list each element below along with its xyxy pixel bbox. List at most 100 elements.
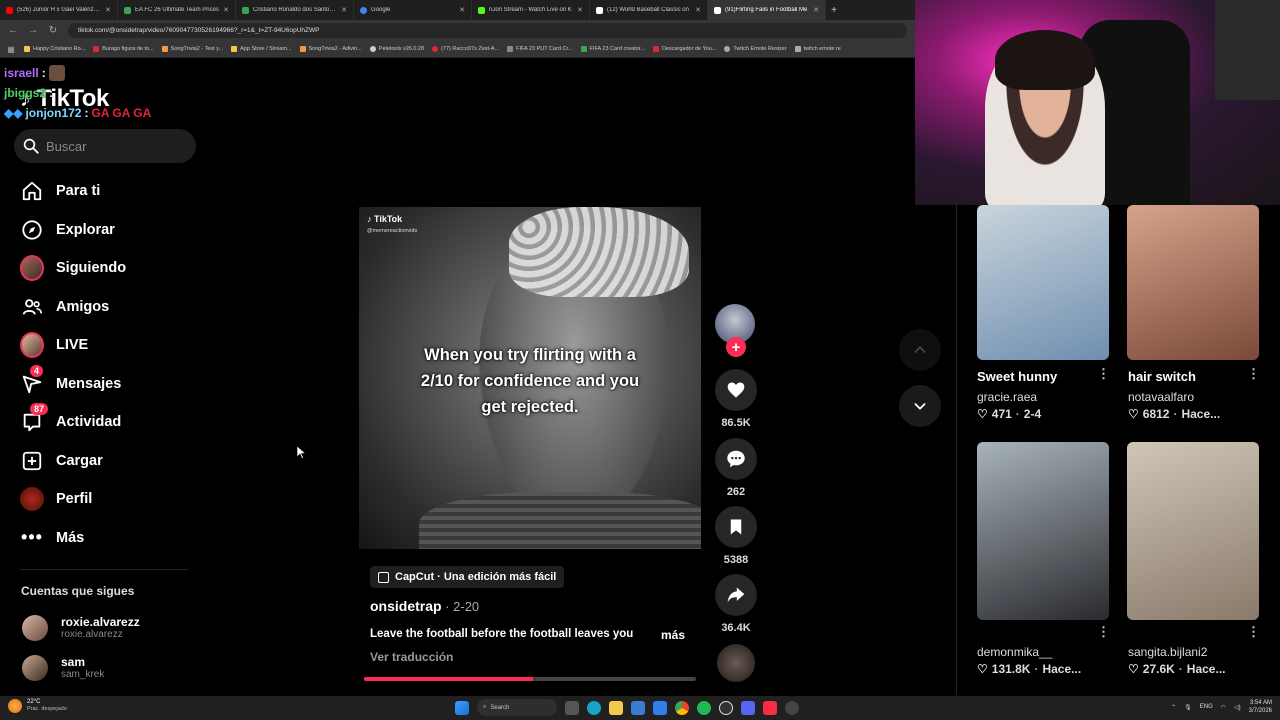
volume-icon[interactable]: ◁) xyxy=(1234,704,1241,711)
spotify-icon[interactable] xyxy=(697,700,711,715)
share-button[interactable] xyxy=(715,574,757,616)
weather-widget[interactable]: 22°C Prac. despejado xyxy=(8,699,67,713)
browser-tab[interactable]: Cristiano Ronaldo dos Santos A ✕ xyxy=(236,0,354,20)
capcut-link[interactable]: CapCut · Una edición más fácil xyxy=(370,566,565,588)
edge-icon[interactable] xyxy=(587,700,601,715)
nav-item-mensajes[interactable]: 4 Mensajes xyxy=(20,364,200,404)
mail-icon[interactable] xyxy=(653,700,667,715)
comment-icon xyxy=(727,450,745,468)
bookmark[interactable]: Twitch Emote Resizer xyxy=(724,46,787,52)
obs-icon[interactable] xyxy=(719,700,733,715)
feed-card-thumbnail[interactable] xyxy=(1127,205,1259,360)
wifi-icon[interactable]: ◠ xyxy=(1221,704,1226,711)
bookmark[interactable]: FIFA 23 PUT Card Cr... xyxy=(507,46,573,52)
feed-card-user[interactable]: sangita.bijlani2 xyxy=(1128,645,1207,659)
store-icon[interactable] xyxy=(631,700,645,715)
bookmark[interactable]: SongTrivia2 - Adivin... xyxy=(299,46,362,52)
feed-card-thumbnail[interactable] xyxy=(977,205,1109,360)
nav-item-cargar[interactable]: Cargar xyxy=(20,442,200,481)
follow-button[interactable]: + xyxy=(726,337,746,357)
webcam-overlay xyxy=(915,0,1280,205)
browser-tab[interactable]: Google ✕ xyxy=(354,0,472,20)
feed-card-title[interactable]: hair switch xyxy=(1128,369,1196,384)
windows-start-icon[interactable] xyxy=(455,700,469,715)
like-button[interactable] xyxy=(715,369,757,411)
following-account[interactable]: roxie.alvarezz roxie.alvarezz xyxy=(22,615,140,641)
browser-tab[interactable]: (12) World Baseball Classic on ✕ xyxy=(590,0,708,20)
next-video-button[interactable] xyxy=(899,385,941,427)
bookmark[interactable]: Burago figura de to... xyxy=(93,46,154,52)
mic-icon[interactable]: 🎙︎ xyxy=(1184,704,1192,711)
card-more-icon[interactable]: ⋮ xyxy=(1097,624,1110,640)
close-tab-icon[interactable]: ✕ xyxy=(105,6,111,14)
card-more-icon[interactable]: ⋮ xyxy=(1247,366,1260,382)
following-account[interactable]: sam sam_krek xyxy=(22,655,104,681)
nav-item-para-ti[interactable]: Para ti xyxy=(20,172,200,211)
music-icon[interactable] xyxy=(763,700,777,715)
nav-item-actividad[interactable]: 87 Actividad xyxy=(20,403,200,442)
discord-icon[interactable] xyxy=(741,700,755,715)
taskbar-search[interactable]: ⌕ Search xyxy=(477,699,557,716)
reload-icon[interactable]: ↻ xyxy=(48,25,58,36)
close-tab-icon[interactable]: ✕ xyxy=(577,6,583,14)
previous-video-button[interactable] xyxy=(899,329,941,371)
chat-emote xyxy=(48,65,65,81)
activity-badge: 87 xyxy=(30,403,49,416)
close-tab-icon[interactable]: ✕ xyxy=(695,6,701,14)
tray-chevron-icon[interactable]: ⌃ xyxy=(1171,704,1176,711)
nav-item-live[interactable]: LIVE xyxy=(20,326,200,365)
sidebar-nav: Para ti Explorar Siguiendo Amigos LIVE 4… xyxy=(20,172,200,557)
feed-card-thumbnail[interactable] xyxy=(977,442,1109,620)
bookmark[interactable]: Happy Cristiano Ro... xyxy=(24,46,85,52)
card-more-icon[interactable]: ⋮ xyxy=(1097,366,1110,382)
feed-card-user[interactable]: gracie.raea xyxy=(977,390,1037,404)
close-tab-icon[interactable]: ✕ xyxy=(813,6,819,14)
chrome-icon[interactable] xyxy=(675,700,689,715)
bookmark[interactable]: twitch emote re xyxy=(794,46,841,52)
comment-button[interactable] xyxy=(715,438,757,480)
nav-item-explorar[interactable]: Explorar xyxy=(20,211,200,250)
new-tab-button[interactable]: + xyxy=(826,5,842,16)
card-more-icon[interactable]: ⋮ xyxy=(1247,624,1260,640)
back-icon[interactable]: ← xyxy=(8,25,18,36)
bookmark[interactable]: Peletools v26.0.28 xyxy=(369,46,424,52)
video-author[interactable]: onsidetrap · 2-20 xyxy=(370,598,479,614)
clock[interactable]: 3:54 AM 3/7/2026 xyxy=(1249,699,1272,715)
app-icon[interactable] xyxy=(785,700,799,715)
more-link[interactable]: más xyxy=(661,628,685,642)
save-button[interactable] xyxy=(715,506,757,548)
close-tab-icon[interactable]: ✕ xyxy=(341,6,347,14)
browser-tab[interactable]: EA FC 26 Ultimate Team Prices ✕ xyxy=(118,0,236,20)
apps-icon[interactable]: ▦ xyxy=(6,45,16,54)
nav-item-perfil[interactable]: Perfil xyxy=(20,480,200,519)
video-progress-fill xyxy=(364,677,534,681)
feed-card-thumbnail[interactable] xyxy=(1127,442,1259,620)
bookmark[interactable]: FIFA 23 Card creator... xyxy=(580,46,645,52)
feed-card-user[interactable]: notavaalfaro xyxy=(1128,390,1194,404)
browser-tab-active[interactable]: (91)Flirting Fails in Football Me ✕ xyxy=(708,0,826,20)
browser-tab[interactable]: (526) Junior H x Gael Valenzuela ✕ xyxy=(0,0,118,20)
language-indicator[interactable]: ENG xyxy=(1200,704,1213,710)
forward-icon[interactable]: → xyxy=(28,25,38,36)
file-explorer-icon[interactable] xyxy=(609,700,623,715)
nav-item-siguiendo[interactable]: Siguiendo xyxy=(20,249,200,288)
browser-tab[interactable]: nJon Stream - Watch Live on K ✕ xyxy=(472,0,590,20)
search-input[interactable]: Buscar xyxy=(14,129,196,163)
bookmark[interactable]: (77) Racco97s Zest-A... xyxy=(432,46,499,52)
video-player[interactable]: ♪ TikTok @memereactionvids When you try … xyxy=(359,207,701,549)
bookmark[interactable]: SongTrivia2 - Test y... xyxy=(161,46,223,52)
url-field[interactable]: tiktok.com/@onsidetrap/video/76090477305… xyxy=(68,23,907,38)
task-view-icon[interactable] xyxy=(565,700,579,715)
close-tab-icon[interactable]: ✕ xyxy=(459,6,465,14)
next-video-avatar[interactable] xyxy=(717,644,755,682)
friends-icon xyxy=(20,295,44,319)
feed-card-user[interactable]: demonmika__ xyxy=(977,645,1052,659)
bookmark[interactable]: App Store / Stream... xyxy=(231,46,292,52)
translate-link[interactable]: Ver traducción xyxy=(370,650,453,664)
nav-item-amigos[interactable]: Amigos xyxy=(20,288,200,327)
video-progress-bar[interactable] xyxy=(364,677,696,681)
nav-item-mas[interactable]: ••• Más xyxy=(20,519,200,558)
feed-card-title[interactable]: Sweet hunny xyxy=(977,369,1057,384)
close-tab-icon[interactable]: ✕ xyxy=(223,6,229,14)
bookmark[interactable]: Descargador de You... xyxy=(652,46,716,52)
